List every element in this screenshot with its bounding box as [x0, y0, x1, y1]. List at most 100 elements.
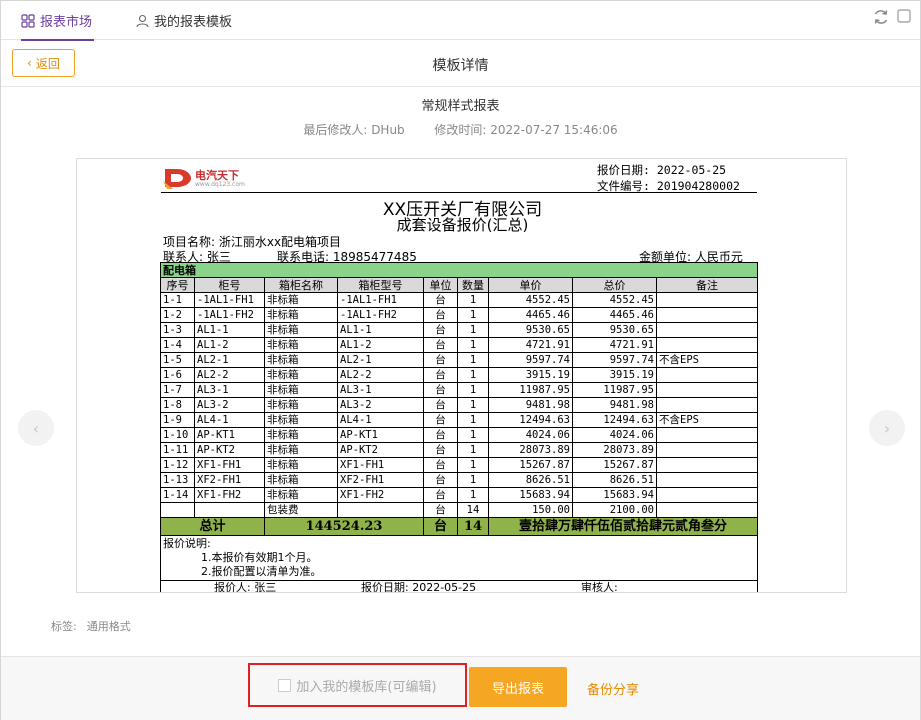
table-row: 1-12 XF1-FH1 非标箱 XF1-FH1 台 1 15267.87 15267.87	[160, 457, 759, 473]
table-cell: 28073.89	[488, 442, 573, 458]
table-cell	[655, 427, 759, 443]
time-value: 2022-07-27 15:46:06	[490, 123, 618, 137]
section-row: 配电箱	[159, 262, 759, 278]
table-cell	[194, 502, 265, 518]
modifier-label: 最后修改人:	[303, 123, 368, 137]
column-header: 序号	[160, 277, 195, 293]
total-in-words: 壹拾肆万肆仟伍佰贰拾肆元贰角叁分	[487, 517, 759, 536]
table-cell: AL4-1	[337, 412, 424, 428]
table-cell: 台	[423, 442, 458, 458]
table-cell: AP-KT2	[194, 442, 265, 458]
add-to-library-checkbox[interactable]: 加入我的模板库(可编辑)	[248, 663, 467, 707]
table-cell	[655, 457, 759, 473]
note-item: 1.本报价有效期1个月。	[201, 551, 318, 564]
column-header: 箱柜名称	[264, 277, 338, 293]
column-header: 柜号	[194, 277, 265, 293]
table-cell: 台	[423, 367, 458, 383]
table-cell: 1	[457, 472, 489, 488]
sign-row: 报价人: 张三 报价日期: 2022-05-25 审核人:	[159, 580, 759, 593]
next-arrow-button[interactable]: ›	[869, 410, 905, 446]
table-cell: 台	[423, 457, 458, 473]
table-cell: 非标箱	[264, 412, 338, 428]
table-cell: 1	[457, 307, 489, 323]
company-logo: 电汽天下 www.dq123.com	[163, 165, 253, 191]
notes-title: 报价说明:	[163, 537, 211, 550]
backup-share-link[interactable]: 备份分享	[587, 679, 639, 698]
table-cell: 1	[457, 337, 489, 353]
reviewer: 审核人:	[581, 581, 618, 593]
checkbox-square[interactable]	[278, 678, 292, 692]
table-cell: XF1-FH1	[337, 457, 424, 473]
table-cell	[655, 292, 759, 308]
table-cell: 9481.98	[488, 397, 573, 413]
table-cell: AL3-2	[337, 397, 424, 413]
table-cell: -1AL1-FH1	[194, 292, 265, 308]
table-cell: 12494.63	[572, 412, 657, 428]
table-cell: 1-5	[160, 352, 195, 368]
table-cell: 台	[423, 337, 458, 353]
user-icon	[136, 14, 149, 28]
table-cell	[655, 382, 759, 398]
quote-date: 报价日期: 2022-05-25	[597, 163, 727, 177]
table-cell	[160, 502, 195, 518]
table-cell: 非标箱	[264, 487, 338, 503]
table-cell: XF1-FH1	[194, 457, 265, 473]
table-cell: 台	[423, 352, 458, 368]
table-cell: 台	[423, 322, 458, 338]
table-cell: 9481.98	[572, 397, 657, 413]
table-cell: 非标箱	[264, 457, 338, 473]
table-cell: 不含EPS	[655, 352, 759, 368]
table-cell: 非标箱	[264, 307, 338, 323]
tab-my-templates[interactable]: 我的报表模板	[136, 1, 232, 40]
table-header-row: 序号 柜号 箱柜名称 箱柜型号 单位 数量 单价 总价 备注	[160, 277, 759, 293]
tags-label: 标签:	[51, 620, 77, 633]
table-cell: AP-KT1	[194, 427, 265, 443]
table-cell: 非标箱	[264, 337, 338, 353]
table-cell	[337, 502, 424, 518]
table-cell	[655, 442, 759, 458]
table-cell: 非标箱	[264, 397, 338, 413]
table-cell: -1AL1-FH1	[337, 292, 424, 308]
table-cell: 4024.06	[572, 427, 657, 443]
report-preview: 电汽天下 www.dq123.com 报价日期: 2022-05-25 文件编号…	[76, 158, 847, 593]
table-cell: -1AL1-FH2	[194, 307, 265, 323]
logo-url: www.dq123.com	[195, 181, 245, 188]
table-cell: XF2-FH1	[194, 472, 265, 488]
table-cell: 11987.95	[488, 382, 573, 398]
table-cell: AP-KT2	[337, 442, 424, 458]
refresh-icon[interactable]	[872, 8, 890, 26]
table-cell: AL2-2	[337, 367, 424, 383]
table-cell: 1-1	[160, 292, 195, 308]
chevron-left-icon: ‹	[32, 418, 40, 438]
table-row: 1-8 AL3-2 非标箱 AL3-2 台 1 9481.98 9481.98	[160, 397, 759, 413]
table-cell: 1-14	[160, 487, 195, 503]
table-cell: 1-2	[160, 307, 195, 323]
table-cell: AL2-2	[194, 367, 265, 383]
prev-arrow-button[interactable]: ‹	[18, 410, 54, 446]
table-cell: 1	[457, 397, 489, 413]
window-restore-icon[interactable]	[896, 8, 912, 24]
table-cell: 1	[457, 382, 489, 398]
table-row: 包装费 台 14 150.00 2100.00	[160, 502, 759, 518]
table-cell: 1	[457, 367, 489, 383]
table-cell: 1	[457, 442, 489, 458]
table-cell: 9597.74	[488, 352, 573, 368]
table-cell: 3915.19	[572, 367, 657, 383]
table-row: 1-14 XF1-FH2 非标箱 XF1-FH2 台 1 15683.94 15683.94	[160, 487, 759, 503]
export-report-button[interactable]: 导出报表	[469, 667, 567, 707]
table-cell: 非标箱	[264, 427, 338, 443]
table-cell: 15267.87	[572, 457, 657, 473]
table-cell: 14	[457, 502, 489, 518]
column-header: 单价	[488, 277, 573, 293]
table-cell	[655, 397, 759, 413]
table-cell	[655, 337, 759, 353]
table-cell: 1-12	[160, 457, 195, 473]
table-row: 1-9 AL4-1 非标箱 AL4-1 台 1 12494.63 12494.63 不含EPS	[160, 412, 759, 428]
table-cell	[655, 472, 759, 488]
tab-report-market[interactable]: 报表市场	[21, 1, 95, 41]
report-template-window: 报表市场 我的报表模板 ‹ 返回 模板详情 常规样式报表 最后修改人: DHub…	[0, 0, 921, 720]
total-label: 总计	[160, 517, 265, 536]
notes-row: 报价说明: 1.本报价有效期1个月。 2.报价配置以清单为准。	[159, 535, 759, 581]
table-cell: 9530.65	[572, 322, 657, 338]
page-title: 模板详情	[432, 58, 489, 74]
